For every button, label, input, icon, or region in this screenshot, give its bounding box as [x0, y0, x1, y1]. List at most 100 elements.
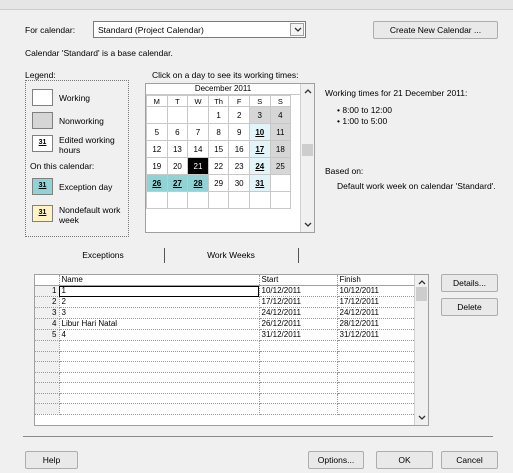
column-header-start[interactable]: Start: [259, 275, 338, 286]
finish-cell[interactable]: [337, 382, 418, 394]
name-cell[interactable]: 4: [59, 329, 260, 341]
day-cell[interactable]: [248, 191, 271, 209]
chevron-down-icon[interactable]: [418, 415, 426, 421]
day-cell[interactable]: 4: [269, 106, 292, 124]
scroll-thumb[interactable]: [416, 287, 427, 301]
exceptions-grid[interactable]: Name Start Finish 1 1 10/12/2011 10/12/2…: [34, 274, 429, 426]
table-row[interactable]: [35, 351, 418, 362]
day-cell[interactable]: 28: [187, 174, 209, 192]
name-cell[interactable]: [59, 351, 260, 362]
delete-button[interactable]: Delete: [441, 298, 498, 316]
day-cell[interactable]: 23: [228, 157, 250, 175]
details-button[interactable]: Details...: [441, 274, 498, 292]
day-cell[interactable]: [146, 191, 168, 209]
table-row[interactable]: [35, 382, 418, 394]
day-cell[interactable]: 5: [146, 123, 168, 141]
name-cell[interactable]: [59, 393, 260, 404]
calendar-scrollbar[interactable]: [300, 84, 314, 232]
day-cell[interactable]: 20: [166, 157, 189, 175]
start-cell[interactable]: [259, 372, 338, 383]
day-cell[interactable]: 27: [166, 174, 189, 192]
day-cell[interactable]: [146, 106, 168, 124]
grid-scrollbar[interactable]: [414, 275, 428, 425]
day-cell[interactable]: 19: [146, 157, 168, 175]
table-row[interactable]: 3 3 24/12/2011 24/12/2011: [35, 307, 418, 319]
day-cell[interactable]: [187, 191, 209, 209]
finish-cell[interactable]: [337, 340, 418, 352]
day-cell[interactable]: [269, 174, 292, 192]
day-cell[interactable]: 29: [207, 174, 230, 192]
day-cell[interactable]: [207, 191, 230, 209]
finish-cell[interactable]: [337, 403, 418, 415]
day-cell[interactable]: 10: [248, 123, 271, 141]
day-cell[interactable]: [166, 191, 189, 209]
table-row[interactable]: 4 Libur Hari Natal 26/12/2011 28/12/2011: [35, 318, 418, 330]
table-row[interactable]: [35, 340, 418, 352]
name-cell[interactable]: 3: [59, 307, 260, 319]
help-button[interactable]: Help: [25, 451, 78, 469]
day-cell[interactable]: 13: [166, 140, 189, 158]
day-cell[interactable]: 12: [146, 140, 168, 158]
table-row[interactable]: [35, 372, 418, 383]
cancel-button[interactable]: Cancel: [441, 451, 498, 469]
start-cell[interactable]: [259, 361, 338, 373]
table-row[interactable]: [35, 361, 418, 373]
chevron-down-icon[interactable]: [304, 222, 312, 228]
column-header-name[interactable]: Name: [59, 275, 260, 286]
start-cell[interactable]: 17/12/2011: [259, 296, 338, 308]
table-row[interactable]: 1 1 10/12/2011 10/12/2011: [35, 285, 418, 297]
name-cell[interactable]: 1: [59, 285, 260, 297]
start-cell[interactable]: [259, 340, 338, 352]
month-calendar[interactable]: December 2011 M T W Th F S S 1 2 3 4 5 6…: [145, 83, 315, 233]
finish-cell[interactable]: [337, 361, 418, 373]
chevron-up-icon[interactable]: [304, 88, 312, 94]
day-cell[interactable]: 9: [228, 123, 250, 141]
start-cell[interactable]: [259, 393, 338, 404]
name-cell[interactable]: Libur Hari Natal: [59, 318, 260, 330]
start-cell[interactable]: [259, 382, 338, 394]
day-cell[interactable]: 8: [207, 123, 230, 141]
table-row[interactable]: [35, 403, 418, 415]
finish-cell[interactable]: [337, 393, 418, 404]
finish-cell[interactable]: 10/12/2011: [337, 285, 418, 297]
day-cell[interactable]: 18: [269, 140, 292, 158]
name-cell[interactable]: [59, 372, 260, 383]
day-cell[interactable]: [166, 106, 189, 124]
day-cell[interactable]: 25: [269, 157, 292, 175]
day-cell[interactable]: [228, 191, 250, 209]
ok-button[interactable]: OK: [376, 451, 433, 469]
day-cell[interactable]: 6: [166, 123, 189, 141]
tab-work-weeks[interactable]: Work Weeks: [166, 247, 296, 263]
day-cell[interactable]: 7: [187, 123, 209, 141]
finish-cell[interactable]: 31/12/2011: [337, 329, 418, 341]
day-cell[interactable]: 31: [248, 174, 271, 192]
day-cell[interactable]: 2: [228, 106, 250, 124]
start-cell[interactable]: 31/12/2011: [259, 329, 338, 341]
day-cell[interactable]: 17: [248, 140, 271, 158]
start-cell[interactable]: 24/12/2011: [259, 307, 338, 319]
table-row[interactable]: [35, 393, 418, 404]
day-cell[interactable]: 30: [228, 174, 250, 192]
day-cell[interactable]: 3: [248, 106, 271, 124]
finish-cell[interactable]: 17/12/2011: [337, 296, 418, 308]
name-cell[interactable]: [59, 361, 260, 373]
calendar-select[interactable]: Standard (Project Calendar): [93, 21, 306, 38]
day-cell[interactable]: 14: [187, 140, 209, 158]
day-cell[interactable]: [269, 191, 292, 209]
day-cell[interactable]: 26: [146, 174, 168, 192]
table-row[interactable]: 5 4 31/12/2011 31/12/2011: [35, 329, 418, 341]
finish-cell[interactable]: 24/12/2011: [337, 307, 418, 319]
start-cell[interactable]: 10/12/2011: [259, 285, 338, 297]
day-cell[interactable]: 22: [207, 157, 230, 175]
day-cell[interactable]: 1: [207, 106, 230, 124]
day-cell[interactable]: 16: [228, 140, 250, 158]
options-button[interactable]: Options...: [308, 451, 364, 469]
day-cell[interactable]: 11: [269, 123, 292, 141]
start-cell[interactable]: [259, 351, 338, 362]
day-cell[interactable]: 15: [207, 140, 230, 158]
name-cell[interactable]: [59, 382, 260, 394]
table-row[interactable]: 2 2 17/12/2011 17/12/2011: [35, 296, 418, 308]
finish-cell[interactable]: [337, 351, 418, 362]
tab-exceptions[interactable]: Exceptions: [43, 247, 163, 263]
chevron-up-icon[interactable]: [418, 279, 426, 285]
